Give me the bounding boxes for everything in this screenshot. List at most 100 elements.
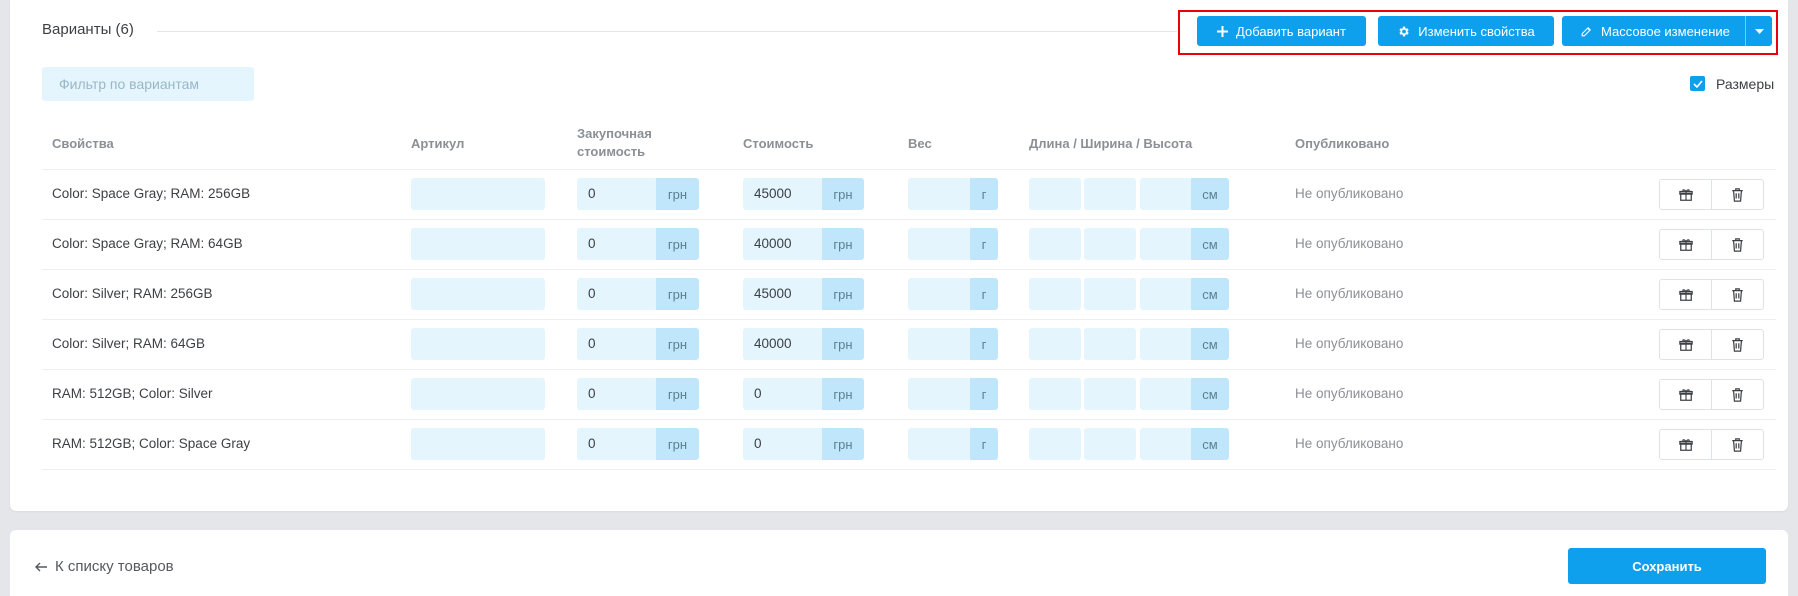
height-input[interactable] (1140, 328, 1192, 360)
price-currency-unit: грн (822, 328, 864, 360)
delete-button[interactable] (1711, 279, 1764, 310)
purchase-price-input[interactable]: 0 (577, 278, 657, 310)
duplicate-button[interactable] (1659, 379, 1712, 410)
back-to-products-link[interactable]: К списку товаров (35, 558, 174, 575)
weight-unit: г (970, 178, 998, 210)
sku-input[interactable] (411, 378, 545, 410)
purchase-price-input[interactable]: 0 (577, 378, 657, 410)
col-properties: Свойства (52, 136, 114, 151)
add-variant-button[interactable]: Добавить вариант (1197, 16, 1366, 46)
gift-icon (1678, 388, 1693, 401)
weight-input[interactable] (908, 428, 971, 460)
width-input[interactable] (1084, 428, 1136, 460)
price-value: 45000 (754, 286, 792, 301)
purchase-price-input[interactable]: 0 (577, 328, 657, 360)
publish-status: Не опубликовано (1295, 336, 1404, 351)
weight-unit: г (970, 428, 998, 460)
title-divider (157, 31, 1177, 32)
price-value: 45000 (754, 186, 792, 201)
sizes-checkbox[interactable] (1690, 76, 1705, 91)
gear-icon (1399, 26, 1409, 36)
trash-icon (1732, 187, 1743, 202)
length-input[interactable] (1029, 428, 1081, 460)
delete-button[interactable] (1711, 379, 1764, 410)
delete-button[interactable] (1711, 329, 1764, 360)
height-input[interactable] (1140, 278, 1192, 310)
height-input[interactable] (1140, 378, 1192, 410)
purchase-price-input[interactable]: 0 (577, 228, 657, 260)
price-input[interactable]: 0 (743, 378, 823, 410)
price-input[interactable]: 0 (743, 428, 823, 460)
sizes-label: Размеры (1716, 76, 1775, 92)
weight-input[interactable] (908, 228, 971, 260)
price-input[interactable]: 40000 (743, 228, 823, 260)
col-dimensions: Длина / Ширина / Высота (1029, 136, 1193, 151)
length-input[interactable] (1029, 378, 1081, 410)
height-input[interactable] (1140, 428, 1192, 460)
weight-unit: г (970, 328, 998, 360)
sku-input[interactable] (411, 328, 545, 360)
edit-properties-label: Изменить свойства (1418, 23, 1535, 39)
variant-filter-input[interactable] (42, 67, 254, 101)
length-input[interactable] (1029, 328, 1081, 360)
pencil-icon (1581, 26, 1592, 36)
height-input[interactable] (1140, 228, 1192, 260)
weight-input[interactable] (908, 328, 971, 360)
variant-properties: RAM: 512GB; Color: Space Gray (52, 436, 251, 451)
width-input[interactable] (1084, 278, 1136, 310)
length-unit: см (1191, 228, 1229, 260)
add-variant-label: Добавить вариант (1236, 23, 1346, 39)
trash-icon (1732, 287, 1743, 302)
variant-properties: Color: Space Gray; RAM: 64GB (52, 236, 243, 251)
sku-input[interactable] (411, 278, 545, 310)
price-input[interactable]: 45000 (743, 178, 823, 210)
sku-input[interactable] (411, 428, 545, 460)
delete-button[interactable] (1711, 429, 1764, 460)
length-input[interactable] (1029, 228, 1081, 260)
price-currency-unit: грн (822, 228, 864, 260)
save-button[interactable]: Сохранить (1568, 548, 1766, 584)
edit-properties-button[interactable]: Изменить свойства (1378, 16, 1554, 46)
purchase-currency-unit: грн (656, 178, 699, 210)
col-sku: Артикул (411, 136, 465, 151)
purchase-currency-unit: грн (656, 228, 699, 260)
width-input[interactable] (1084, 378, 1136, 410)
height-input[interactable] (1140, 178, 1192, 210)
length-unit: см (1191, 328, 1229, 360)
variant-properties: Color: Silver; RAM: 256GB (52, 286, 213, 301)
gift-icon (1678, 238, 1693, 251)
length-input[interactable] (1029, 278, 1081, 310)
delete-button[interactable] (1711, 179, 1764, 210)
price-input[interactable]: 45000 (743, 278, 823, 310)
purchase-price-value: 0 (588, 436, 596, 451)
col-purchase-line2: стоимость (577, 144, 646, 159)
purchase-price-input[interactable]: 0 (577, 428, 657, 460)
variant-properties: Color: Space Gray; RAM: 256GB (52, 186, 251, 201)
duplicate-button[interactable] (1659, 429, 1712, 460)
weight-input[interactable] (908, 278, 971, 310)
bulk-edit-dropdown[interactable] (1745, 16, 1772, 46)
weight-input[interactable] (908, 178, 971, 210)
duplicate-button[interactable] (1659, 279, 1712, 310)
bulk-edit-button[interactable]: Массовое изменение (1562, 16, 1772, 46)
purchase-price-input[interactable]: 0 (577, 178, 657, 210)
delete-button[interactable] (1711, 229, 1764, 260)
price-value: 0 (754, 386, 762, 401)
sku-input[interactable] (411, 178, 545, 210)
duplicate-button[interactable] (1659, 329, 1712, 360)
width-input[interactable] (1084, 228, 1136, 260)
col-weight: Вес (908, 136, 932, 151)
duplicate-button[interactable] (1659, 229, 1712, 260)
weight-unit: г (970, 378, 998, 410)
price-input[interactable]: 40000 (743, 328, 823, 360)
length-input[interactable] (1029, 178, 1081, 210)
width-input[interactable] (1084, 328, 1136, 360)
sku-input[interactable] (411, 228, 545, 260)
publish-status: Не опубликовано (1295, 286, 1404, 301)
width-input[interactable] (1084, 178, 1136, 210)
weight-input[interactable] (908, 378, 971, 410)
table-row: Color: Silver; RAM: 256GB 0 грн 45000 гр… (42, 270, 1776, 320)
publish-status: Не опубликовано (1295, 386, 1404, 401)
table-row: Color: Space Gray; RAM: 256GB 0 грн 4500… (42, 170, 1776, 220)
duplicate-button[interactable] (1659, 179, 1712, 210)
